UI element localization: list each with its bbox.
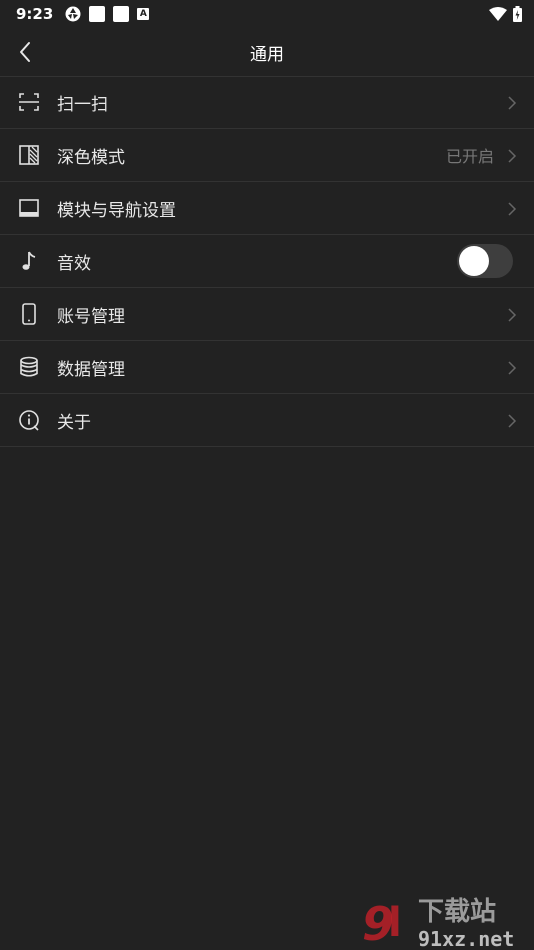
status-system-icons — [489, 6, 522, 22]
database-icon — [20, 356, 38, 377]
notification-square-icon — [89, 6, 106, 22]
phone-icon — [22, 303, 36, 325]
notification-square-icon — [113, 6, 130, 22]
info-icon — [19, 410, 39, 431]
settings-item-label: 深色模式 — [57, 147, 125, 168]
aperture-icon — [65, 6, 81, 22]
settings-item-label: 模块与导航设置 — [57, 200, 176, 221]
toggle-knob — [459, 246, 489, 276]
page-title: 通用 — [250, 44, 284, 65]
chevron-right-icon — [508, 149, 517, 163]
app-header: 通用 — [0, 28, 534, 77]
settings-item-navigation[interactable]: 模块与导航设置 — [0, 182, 534, 235]
dark-mode-status: 已开启 — [445, 147, 494, 166]
scan-icon — [19, 93, 39, 111]
status-bar: 9:23 A — [0, 0, 534, 28]
settings-item-about[interactable]: 关于 — [0, 394, 534, 447]
chevron-right-icon — [508, 308, 517, 322]
sound-toggle[interactable] — [457, 244, 513, 278]
settings-item-scan[interactable]: 扫一扫 — [0, 76, 534, 129]
notification-app-icon: A — [137, 8, 150, 20]
svg-text:l: l — [388, 900, 402, 946]
chevron-right-icon — [508, 202, 517, 216]
chevron-right-icon — [508, 361, 517, 375]
settings-item-label: 数据管理 — [57, 359, 125, 380]
status-notification-icons: A — [65, 6, 150, 22]
battery-icon — [513, 6, 522, 22]
watermark-subtext: 下载站 — [418, 897, 496, 927]
settings-item-label: 账号管理 — [57, 306, 125, 327]
settings-item-data[interactable]: 数据管理 — [0, 341, 534, 394]
status-time: 9:23 — [16, 5, 54, 23]
music-note-icon — [22, 251, 36, 270]
chevron-right-icon — [508, 414, 517, 428]
settings-item-dark-mode[interactable]: 深色模式 已开启 — [0, 129, 534, 182]
navigation-settings-icon — [19, 199, 39, 217]
settings-item-account[interactable]: 账号管理 — [0, 288, 534, 341]
settings-item-sound: 音效 — [0, 235, 534, 288]
chevron-right-icon — [508, 96, 517, 110]
back-arrow-icon[interactable] — [14, 40, 38, 64]
settings-item-label: 音效 — [57, 253, 91, 274]
watermark-text: 91xz.net — [418, 927, 514, 950]
dark-mode-icon — [19, 145, 39, 165]
notification-letter: A — [139, 9, 147, 19]
settings-list: 扫一扫 深色模式 已开启 模块与导航设置 音效 账号管理 数据管理 关于 — [0, 76, 534, 447]
wifi-icon — [489, 7, 507, 21]
watermark-logo: 9 l 下载站 91xz.net — [362, 897, 514, 950]
settings-item-label: 扫一扫 — [57, 94, 108, 115]
settings-item-label: 关于 — [57, 412, 91, 433]
